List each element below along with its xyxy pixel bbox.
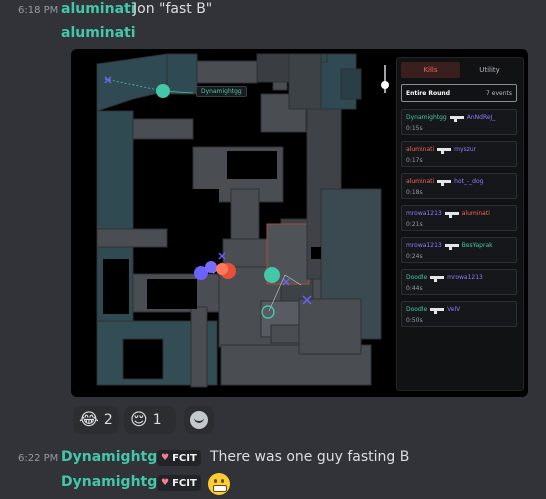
badge-label: FCIT bbox=[172, 452, 197, 464]
heart-icon: ♥ bbox=[161, 453, 170, 463]
kill-time: 0:24s bbox=[406, 253, 423, 260]
weapon-icon bbox=[430, 307, 445, 314]
zoom-slider-handle[interactable] bbox=[381, 81, 389, 89]
add-reaction-button[interactable] bbox=[184, 406, 214, 434]
laugh-emoji-icon: 😂 bbox=[79, 410, 99, 430]
killer-name: mrowa1213 bbox=[406, 242, 442, 249]
kill-entry[interactable]: Doodle mrowa1213 0:44s bbox=[401, 269, 517, 295]
tab-kills[interactable]: Kills bbox=[401, 62, 460, 78]
kill-entry[interactable]: aluminati myszur 0:17s bbox=[401, 141, 517, 167]
reaction-relieved[interactable]: 😌 1 bbox=[124, 406, 176, 434]
reaction-count: 2 bbox=[103, 412, 113, 428]
reaction-count: 1 bbox=[152, 412, 162, 428]
reaction-laugh[interactable]: 😂 2 bbox=[73, 406, 119, 434]
weapon-icon bbox=[444, 211, 459, 218]
tab-utility[interactable]: Utility bbox=[460, 62, 519, 78]
message-timestamp: 6:22 PM bbox=[18, 453, 59, 464]
grimacing-emoji-icon bbox=[208, 473, 230, 495]
guild-tag-badge[interactable]: ♥ FCIT bbox=[157, 475, 201, 491]
add-reaction-icon bbox=[190, 411, 208, 429]
weapon-icon bbox=[444, 243, 459, 250]
embedded-image[interactable]: Dynamightgg Kills Utility Entire Round 7… bbox=[71, 49, 528, 397]
badge-label: FCIT bbox=[172, 477, 197, 489]
killer-name: Doodle bbox=[406, 274, 428, 281]
round-label: Entire Round bbox=[406, 89, 450, 97]
kill-time: 0:17s bbox=[406, 157, 423, 164]
round-selector[interactable]: Entire Round 7 events bbox=[401, 84, 517, 102]
message-author[interactable]: Dynamightgg bbox=[61, 449, 167, 465]
killer-name: Dynamightgg bbox=[406, 114, 447, 121]
weapon-icon bbox=[449, 115, 464, 122]
panel-tabs: Kills Utility bbox=[401, 62, 519, 78]
event-count: 7 events bbox=[486, 89, 512, 97]
player-marker bbox=[156, 84, 170, 98]
kill-entry[interactable]: mrowa1213 aluminati 0:21s bbox=[401, 205, 517, 231]
player-label: Dynamightgg bbox=[196, 86, 247, 97]
kill-time: 0:18s bbox=[406, 189, 423, 196]
message-text: Jon "fast B" bbox=[133, 1, 213, 17]
weapon-icon bbox=[430, 275, 445, 282]
killer-name: Doodle bbox=[406, 306, 428, 313]
message-text: There was one guy fasting B bbox=[210, 449, 410, 465]
kill-time: 0:21s bbox=[406, 221, 423, 228]
victim-name: VelV bbox=[447, 306, 461, 313]
weapon-icon bbox=[437, 179, 452, 186]
victim-name: BesYaprak bbox=[461, 242, 493, 249]
message-timestamp: 6:18 PM bbox=[18, 5, 59, 16]
kill-entry[interactable]: Doodle VelV 0:50s bbox=[401, 301, 517, 327]
victim-name: myszur bbox=[454, 146, 477, 153]
kill-time: 0:15s bbox=[406, 125, 423, 132]
victim-name: aluminati bbox=[461, 210, 490, 217]
guild-tag-badge[interactable]: ♥ FCIT bbox=[157, 450, 201, 466]
heart-icon: ♥ bbox=[161, 478, 170, 488]
kill-feed-panel: Kills Utility Entire Round 7 events Dyna… bbox=[396, 57, 524, 391]
killer-name: aluminati bbox=[406, 178, 435, 185]
player-marker bbox=[216, 263, 228, 275]
message-author[interactable]: aluminati bbox=[61, 1, 136, 17]
message-author[interactable]: Dynamightgg bbox=[61, 474, 167, 490]
victim-name: hot_-_dog bbox=[454, 178, 484, 185]
victim-name: AnNdReJ_ bbox=[466, 114, 496, 121]
kill-entry[interactable]: mrowa1213 BesYaprak 0:24s bbox=[401, 237, 517, 263]
kill-entry[interactable]: Dynamightgg AnNdReJ_ 0:15s bbox=[401, 109, 517, 135]
player-marker bbox=[264, 267, 280, 283]
kill-entry[interactable]: aluminati hot_-_dog 0:18s bbox=[401, 173, 517, 199]
relieved-emoji-icon: 😌 bbox=[130, 410, 148, 430]
killer-name: mrowa1213 bbox=[406, 210, 442, 217]
victim-name: mrowa1213 bbox=[447, 274, 483, 281]
message-author[interactable]: aluminati bbox=[61, 25, 136, 41]
killer-name: aluminati bbox=[406, 146, 435, 153]
kill-time: 0:50s bbox=[406, 317, 423, 324]
weapon-icon bbox=[437, 147, 452, 154]
kill-time: 0:44s bbox=[406, 285, 423, 292]
player-marker bbox=[205, 261, 217, 273]
